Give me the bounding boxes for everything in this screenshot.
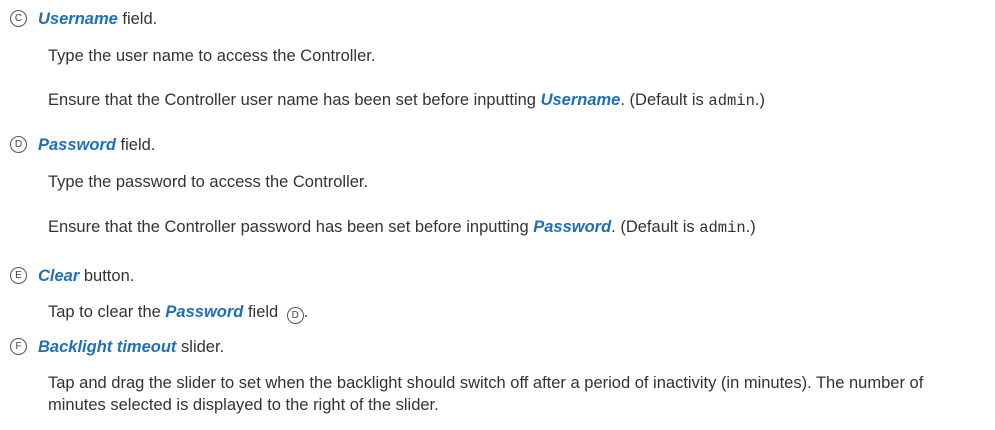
term-backlight-timeout: Backlight timeout xyxy=(38,338,177,356)
default-value: admin xyxy=(708,92,755,110)
desc-text: Tap to clear the xyxy=(48,303,166,321)
default-value: admin xyxy=(699,219,746,237)
item-description: Type the user name to access the Control… xyxy=(48,47,376,65)
item-description: Type the password to access the Controll… xyxy=(48,173,369,191)
term-clear: Clear xyxy=(38,267,80,285)
item-heading: Password field. xyxy=(38,136,155,155)
callout-marker-f: F xyxy=(10,338,27,355)
item-description: Tap and drag the slider to set when the … xyxy=(48,374,924,414)
note-text: .) xyxy=(745,218,756,236)
note-text: . (Default is xyxy=(611,218,700,236)
item-heading: Clear button. xyxy=(38,267,134,286)
item-heading: Username field. xyxy=(38,10,157,29)
heading-suffix: field. xyxy=(117,10,158,28)
callout-marker-e: E xyxy=(10,267,27,284)
heading-suffix: button. xyxy=(79,267,135,285)
desc-text: field xyxy=(243,303,283,321)
note-text: Ensure that the Controller password has … xyxy=(48,218,534,236)
term-username: Username xyxy=(540,91,621,109)
item-note: Ensure that the Controller password has … xyxy=(48,218,756,237)
item-note: Ensure that the Controller user name has… xyxy=(48,91,765,110)
term-password: Password xyxy=(38,136,116,154)
term-password: Password xyxy=(165,303,244,321)
item-description: Tap to clear the Password field D. xyxy=(48,303,308,324)
desc-text: . xyxy=(303,303,309,321)
term-username: Username xyxy=(38,10,118,28)
heading-suffix: field. xyxy=(115,136,156,154)
term-password: Password xyxy=(533,218,612,236)
callout-marker-d: D xyxy=(10,136,27,153)
callout-marker-d: D xyxy=(286,307,304,324)
callout-marker-c: C xyxy=(10,10,27,27)
heading-suffix: slider. xyxy=(176,338,225,356)
item-heading: Backlight timeout slider. xyxy=(38,338,224,357)
note-text: .) xyxy=(754,91,765,109)
note-text: . (Default is xyxy=(620,91,709,109)
note-text: Ensure that the Controller user name has… xyxy=(48,91,541,109)
